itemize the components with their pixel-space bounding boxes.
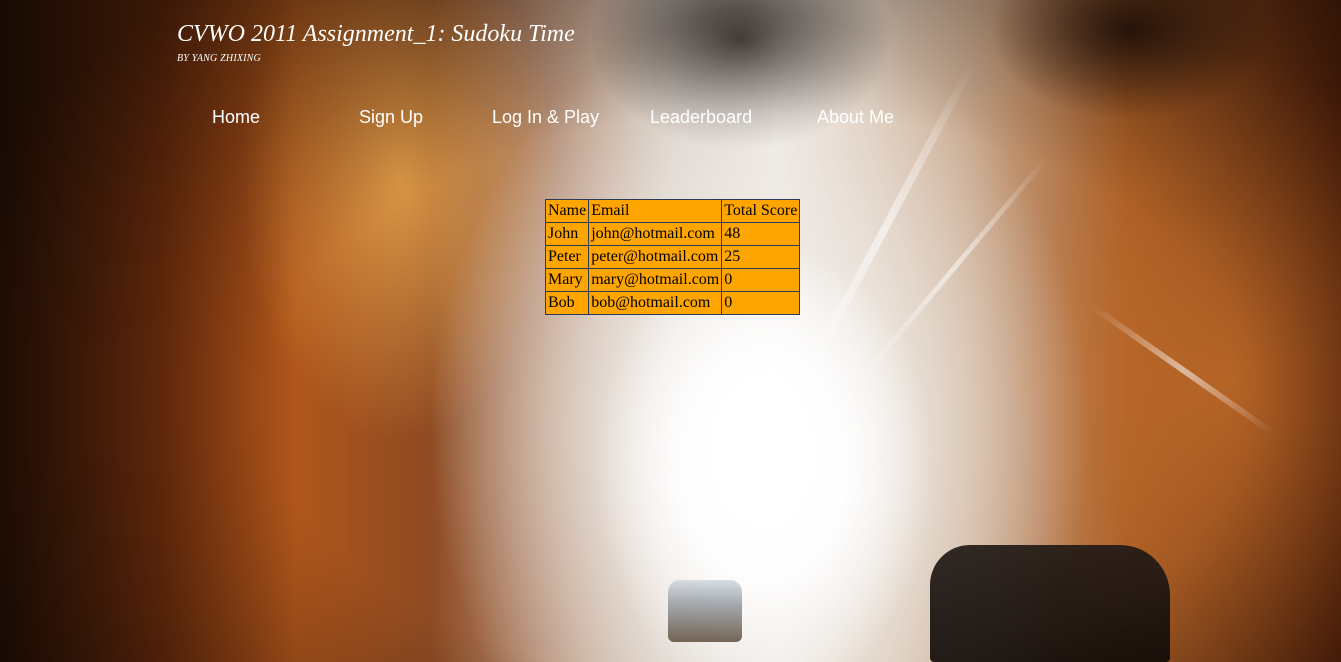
cell-email: peter@hotmail.com	[588, 245, 723, 269]
leaderboard-table: Name Email Total Score John john@hotmail…	[544, 199, 801, 315]
nav-leaderboard[interactable]: Leaderboard	[650, 107, 752, 128]
cell-name: Peter	[544, 245, 590, 269]
table-row: John john@hotmail.com 48	[544, 222, 801, 246]
cell-email: mary@hotmail.com	[588, 268, 723, 292]
nav-about-me[interactable]: About Me	[817, 107, 894, 128]
cell-total-score: 0	[721, 268, 801, 292]
cell-total-score: 25	[721, 245, 801, 269]
cell-total-score: 0	[721, 291, 801, 315]
nav-sign-up[interactable]: Sign Up	[359, 107, 423, 128]
table-row: Peter peter@hotmail.com 25	[544, 245, 801, 269]
column-header-email: Email	[588, 199, 723, 223]
cell-name: Bob	[544, 291, 590, 315]
nav-home[interactable]: Home	[212, 107, 260, 128]
site-byline: BY YANG ZHIXING	[177, 53, 261, 64]
column-header-name: Name	[544, 199, 590, 223]
nav-log-in-play[interactable]: Log In & Play	[492, 107, 599, 128]
table-header-row: Name Email Total Score	[544, 199, 801, 223]
site-header: CVWO 2011 Assignment_1: Sudoku Time BY Y…	[177, 18, 575, 64]
column-header-total-score: Total Score	[721, 199, 801, 223]
cell-total-score: 48	[721, 222, 801, 246]
cell-email: john@hotmail.com	[588, 222, 723, 246]
table-row: Bob bob@hotmail.com 0	[544, 291, 801, 315]
cell-email: bob@hotmail.com	[588, 291, 723, 315]
background-car-left	[668, 580, 742, 642]
background-streak	[1091, 304, 1275, 436]
site-title: CVWO 2011 Assignment_1: Sudoku Time	[177, 21, 575, 47]
cell-name: Mary	[544, 268, 590, 292]
background-car-right	[930, 545, 1170, 662]
table-row: Mary mary@hotmail.com 0	[544, 268, 801, 292]
cell-name: John	[544, 222, 590, 246]
background-streak	[854, 153, 1051, 387]
